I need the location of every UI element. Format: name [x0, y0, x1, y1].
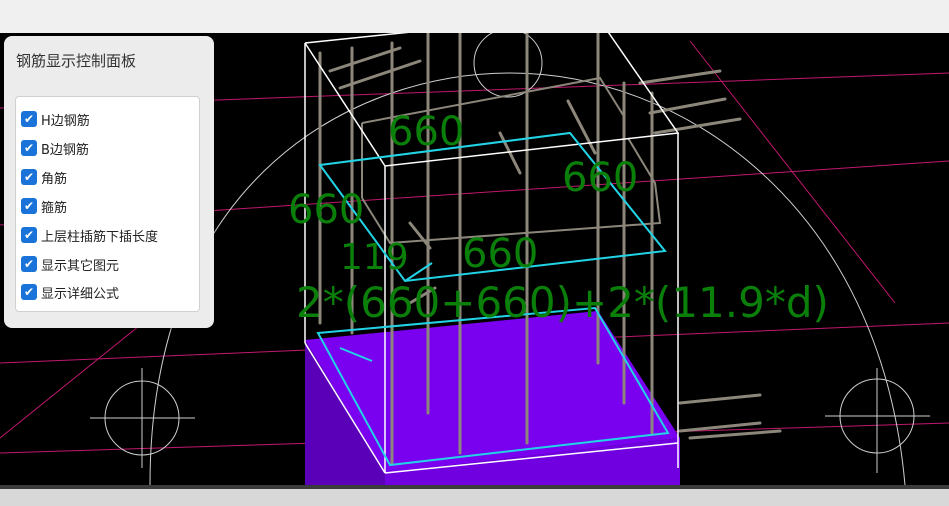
rebar-hook: [328, 46, 402, 73]
option-h-side-rebar[interactable]: ✔ H边钢筋: [21, 108, 90, 130]
rebar-hook: [653, 117, 742, 135]
option-corner-rebar[interactable]: ✔ 角筋: [21, 166, 67, 188]
top-toolbar-strip: [0, 0, 949, 33]
rebar-hook: [688, 429, 782, 440]
rebar-hook: [648, 97, 727, 115]
checkbox[interactable]: ✔: [21, 169, 37, 185]
checkbox[interactable]: ✔: [21, 111, 37, 127]
rebar-hook: [638, 69, 722, 85]
checkbox[interactable]: ✔: [21, 198, 37, 214]
stirrup-formula: 2*(660+660)+2*(11.9*d): [296, 278, 829, 327]
check-icon: ✔: [23, 112, 35, 126]
option-label: H边钢筋: [41, 113, 90, 129]
dim-top-left: 660: [388, 109, 464, 155]
checkbox[interactable]: ✔: [21, 284, 37, 300]
option-stirrup[interactable]: ✔ 箍筋: [21, 195, 67, 217]
option-b-side-rebar[interactable]: ✔ B边钢筋: [21, 137, 89, 159]
rebar-display-control-panel: 钢筋显示控制面板 ✔ H边钢筋 ✔ B边钢筋 ✔ 角筋 ✔ 箍筋 ✔ 上层柱插筋…: [4, 36, 214, 328]
dim-center: 660: [462, 231, 538, 277]
check-icon: ✔: [23, 228, 35, 242]
check-icon: ✔: [23, 170, 35, 184]
check-icon: ✔: [23, 141, 35, 155]
option-label: 角筋: [41, 171, 68, 187]
panel-title: 钢筋显示控制面板: [16, 52, 137, 70]
dim-hook-length: 119: [340, 237, 409, 278]
option-label: 上层柱插筋下插长度: [41, 229, 159, 245]
option-label: 箍筋: [41, 200, 68, 216]
checkbox[interactable]: ✔: [21, 140, 37, 156]
check-icon: ✔: [23, 285, 35, 299]
rebar-hook: [678, 393, 762, 405]
status-bar: [0, 485, 949, 506]
option-label: B边钢筋: [41, 142, 89, 158]
option-label: 显示详细公式: [41, 286, 120, 302]
checkbox[interactable]: ✔: [21, 256, 37, 272]
option-label: 显示其它图元: [41, 258, 120, 274]
option-show-other-elements[interactable]: ✔ 显示其它图元: [21, 253, 119, 275]
circle-top: [473, 33, 543, 98]
checkbox[interactable]: ✔: [21, 227, 37, 243]
dim-top-right: 660: [562, 155, 638, 201]
guide-line: [689, 40, 896, 304]
option-dowel-insert-length[interactable]: ✔ 上层柱插筋下插长度: [21, 224, 158, 246]
check-icon: ✔: [23, 199, 35, 213]
option-show-detailed-formula[interactable]: ✔ 显示详细公式: [21, 281, 119, 303]
check-icon: ✔: [23, 257, 35, 271]
dim-left: 660: [288, 187, 364, 233]
